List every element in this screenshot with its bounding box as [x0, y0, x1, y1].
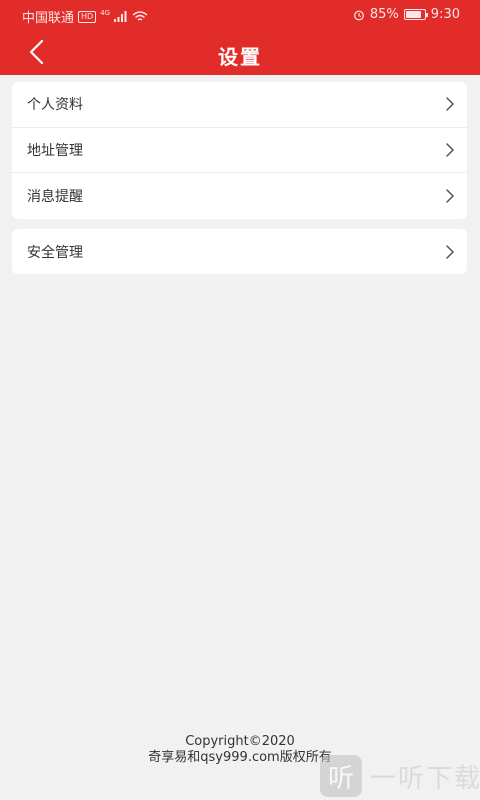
watermark: 听 一听下载 — [320, 755, 480, 797]
settings-item-security[interactable]: 安全管理 — [12, 229, 467, 274]
battery-fill — [405, 11, 421, 18]
settings-card-main: 个人资料 地址管理 消息提醒 — [12, 82, 467, 219]
watermark-logo-icon: 听 — [320, 755, 362, 797]
chevron-right-icon — [446, 97, 455, 112]
status-bar: 中国联通 HD 4G 85% 9:30 — [0, 0, 480, 30]
settings-item-label: 地址管理 — [27, 142, 83, 159]
settings-item-notifications[interactable]: 消息提醒 — [12, 173, 467, 219]
page-title: 设置 — [218, 45, 262, 69]
chevron-right-icon — [446, 244, 455, 259]
settings-item-label: 个人资料 — [27, 97, 83, 114]
hd-badge: HD — [78, 10, 97, 23]
settings-item-label: 消息提醒 — [27, 188, 83, 205]
watermark-text: 一听下载 — [370, 763, 480, 794]
battery-percent: 85% — [369, 7, 399, 22]
chevron-right-icon — [446, 143, 455, 157]
settings-item-label: 安全管理 — [27, 244, 83, 261]
clock: 9:30 — [430, 7, 460, 22]
title-bar: 设置 — [0, 30, 480, 75]
settings-item-address[interactable]: 地址管理 — [12, 128, 467, 174]
header: 中国联通 HD 4G 85% 9:30 设置 — [0, 0, 480, 75]
wifi-icon — [132, 11, 148, 21]
settings-card-security: 安全管理 — [12, 229, 467, 274]
network-type: 4G — [100, 8, 111, 17]
status-left: 中国联通 HD 4G — [22, 7, 148, 26]
chevron-right-icon — [446, 189, 455, 203]
battery-icon — [403, 9, 428, 20]
footer-copyright: Copyright©2020 — [185, 734, 295, 749]
settings-screen: 中国联通 HD 4G 85% 9:30 设置 个人资料 地址管理 消息提醒 安全… — [0, 0, 480, 800]
signal-icon — [114, 11, 127, 22]
settings-item-profile[interactable]: 个人资料 — [12, 82, 467, 128]
carrier-name: 中国联通 — [22, 11, 75, 26]
status-right: 85% 9:30 — [353, 7, 460, 22]
alarm-icon — [353, 10, 364, 20]
